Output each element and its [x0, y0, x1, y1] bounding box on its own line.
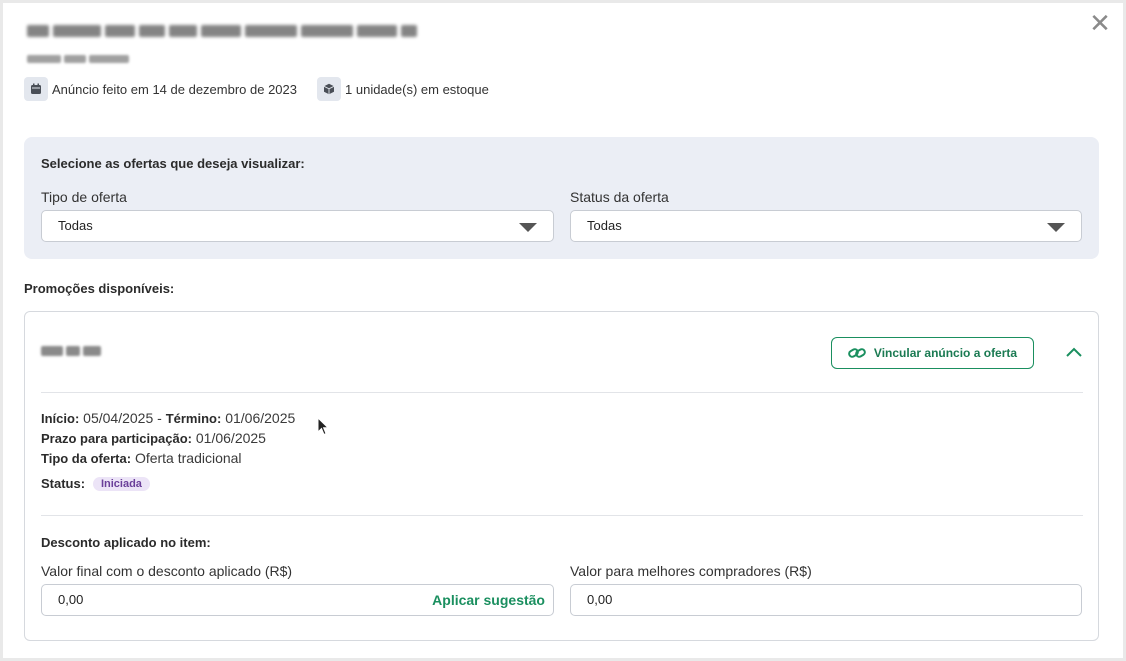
apply-suggestion-button[interactable]: Aplicar sugestão [432, 585, 545, 615]
participation-deadline: Prazo para participação: 01/06/2025 [41, 430, 266, 446]
offer-status-info: Status: Iniciada [41, 475, 150, 491]
filters-title: Selecione as ofertas que deseja visualiz… [41, 156, 305, 171]
offer-type-select[interactable]: Todas [41, 210, 554, 242]
promotion-dates: Início: 05/04/2025 - Término: 01/06/2025 [41, 410, 295, 426]
promotion-name-redacted [41, 346, 101, 356]
chevron-down-icon [519, 223, 537, 232]
start-value: 05/04/2025 [83, 410, 154, 426]
status-badge: Iniciada [92, 477, 150, 491]
best-buyers-value: 0,00 [587, 592, 613, 607]
calendar-icon [24, 77, 48, 101]
offer-filters: Selecione as ofertas que deseja visualiz… [24, 137, 1099, 259]
listing-meta: Anúncio feito em 14 de dezembro de 2023 … [24, 77, 509, 101]
promotions-title: Promoções disponíveis: [24, 281, 175, 296]
status-label: Status: [41, 476, 86, 491]
final-value-input[interactable]: 0,00 Aplicar sugestão [41, 584, 554, 616]
final-value-text: 0,00 [58, 592, 84, 607]
discount-title-text: Desconto aplicado no item: [41, 535, 211, 550]
offer-type-value: Todas [58, 218, 93, 233]
divider [41, 392, 1083, 393]
start-label: Início: [41, 411, 80, 426]
product-subtitle-redacted [27, 55, 129, 63]
chevron-up-icon[interactable] [1065, 345, 1083, 359]
link-icon [848, 348, 866, 358]
link-listing-button[interactable]: Vincular anúncio a oferta [831, 337, 1034, 369]
discount-title: Desconto aplicado no item: [41, 534, 211, 550]
offer-status-label: Status da oferta [570, 189, 669, 205]
end-value: 01/06/2025 [225, 410, 296, 426]
box-icon [317, 77, 342, 101]
offer-status-value: Todas [587, 218, 622, 233]
chevron-down-icon [1047, 223, 1065, 232]
close-icon[interactable]: ✕ [1089, 10, 1111, 36]
final-value-label: Valor final com o desconto aplicado (R$) [41, 563, 293, 579]
offer-modal: ✕ Anúncio feito em 14 de dezembro de 202… [3, 3, 1123, 658]
best-buyers-input[interactable]: 0,00 [570, 584, 1082, 616]
product-title-redacted [27, 21, 417, 41]
offer-type-info: Tipo da oferta: Oferta tradicional [41, 450, 242, 466]
end-label: Término: [165, 411, 222, 426]
stock-text: 1 unidade(s) em estoque [345, 81, 489, 97]
offer-status-select[interactable]: Todas [570, 210, 1082, 242]
mouse-cursor-icon [317, 417, 329, 436]
date-separator: - [157, 410, 162, 426]
listed-date-text: Anúncio feito em 14 de dezembro de 2023 [52, 81, 298, 97]
deadline-label: Prazo para participação: [41, 431, 192, 446]
type-value: Oferta tradicional [134, 450, 242, 466]
type-label: Tipo da oferta: [41, 451, 132, 466]
stock-info: 1 unidade(s) em estoque [317, 77, 489, 101]
divider [41, 515, 1083, 516]
offer-type-label: Tipo de oferta [41, 189, 127, 205]
deadline-value: 01/06/2025 [195, 430, 266, 446]
link-listing-label: Vincular anúncio a oferta [873, 346, 1018, 360]
listed-date: Anúncio feito em 14 de dezembro de 2023 [24, 77, 297, 101]
best-buyers-label: Valor para melhores compradores (R$) [570, 563, 812, 579]
promotion-card: Vincular anúncio a oferta Início: 05/04/… [24, 311, 1099, 641]
